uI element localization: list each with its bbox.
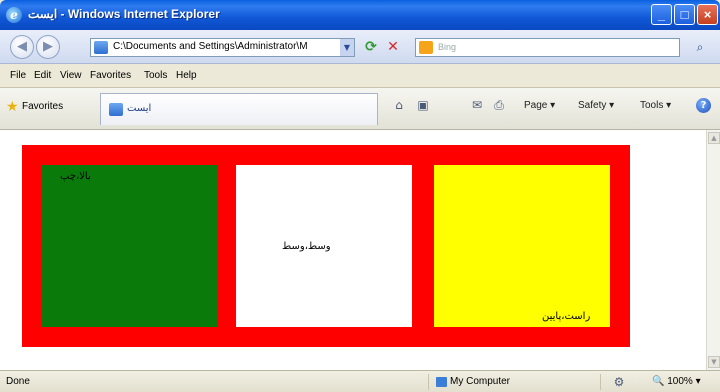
home-icon[interactable]: ⌂ [392, 98, 406, 112]
back-button[interactable]: ◀ [10, 35, 34, 59]
forward-button[interactable]: ▶ [36, 35, 60, 59]
maximize-button[interactable]: □ [674, 4, 695, 25]
scroll-up-icon[interactable]: ▲ [708, 132, 720, 144]
tab-page-icon [109, 103, 123, 116]
zoom-value: 100% [667, 376, 693, 387]
close-button[interactable]: × [697, 4, 718, 25]
status-bar: Done My Computer ⚙ 🔍 100% ▾ [0, 370, 720, 392]
print-icon[interactable]: ⎙ [492, 98, 506, 112]
refresh-icon[interactable]: ⟳ [362, 38, 380, 56]
address-toolbar: ◀ ▶ C:\Documents and Settings\Administra… [0, 30, 720, 64]
window-title: ایست - Windows Internet Explorer [28, 7, 220, 21]
page-content: بالا،چپ وسط،وسط راست،پایین [0, 130, 706, 370]
protected-mode-icon[interactable]: ⚙ [612, 375, 626, 389]
search-placeholder: Bing [438, 42, 457, 52]
yellow-panel: راست،پایین [434, 165, 610, 327]
security-zone-label: My Computer [450, 376, 511, 387]
browser-window: e ایست - Windows Internet Explorer _ □ ×… [0, 0, 720, 392]
read-mail-icon[interactable]: ✉ [470, 98, 484, 112]
tab-active[interactable]: ایست [100, 93, 378, 125]
zoom-level[interactable]: 🔍 100% ▾ [652, 376, 701, 387]
stop-icon[interactable]: ✕ [384, 38, 402, 56]
address-bar[interactable]: C:\Documents and Settings\Administrator\… [90, 38, 355, 57]
feeds-icon[interactable]: ▣ [416, 98, 430, 112]
security-zone[interactable]: My Computer [436, 376, 510, 387]
tab-label: ایست [127, 103, 152, 114]
menu-file[interactable]: File [10, 70, 26, 81]
status-text: Done [6, 376, 30, 387]
menu-tools[interactable]: Tools [144, 70, 167, 81]
vertical-scrollbar[interactable]: ▲ ▼ [706, 130, 720, 370]
green-panel-text: بالا،چپ [60, 171, 91, 182]
white-panel-text: وسط،وسط [282, 241, 331, 252]
safety-menu-button[interactable]: Safety ▾ [578, 100, 614, 111]
favorites-star-icon[interactable]: ★ [6, 100, 19, 114]
address-dropdown-icon[interactable]: ▼ [340, 39, 354, 56]
address-url[interactable]: C:\Documents and Settings\Administrator\… [113, 41, 308, 52]
ie-logo-icon: e [6, 7, 22, 23]
computer-icon [436, 377, 447, 387]
search-input[interactable]: Bing [415, 38, 680, 57]
zoom-dropdown-icon[interactable]: ▾ [696, 376, 701, 387]
title-bar[interactable]: e ایست - Windows Internet Explorer _ □ × [0, 0, 720, 30]
green-panel: بالا،چپ [42, 165, 218, 327]
red-container: بالا،چپ وسط،وسط راست،پایین [22, 145, 630, 347]
help-icon[interactable]: ? [696, 98, 711, 113]
status-divider [428, 374, 429, 390]
zoom-icon: 🔍 [652, 376, 665, 387]
favorites-button[interactable]: Favorites [22, 101, 63, 112]
page-menu-button[interactable]: Page ▾ [524, 100, 555, 111]
menu-favorites[interactable]: Favorites [90, 70, 131, 81]
menu-edit[interactable]: Edit [34, 70, 51, 81]
white-panel: وسط،وسط [236, 165, 412, 327]
search-provider-icon [419, 41, 433, 54]
menu-help[interactable]: Help [176, 70, 197, 81]
favorites-bar: ★ Favorites ایست ⌂ ▣ ✉ ⎙ Page ▾ Safety ▾… [0, 88, 720, 130]
status-divider [600, 374, 601, 390]
search-icon[interactable]: ⌕ [692, 39, 708, 55]
page-icon [94, 41, 108, 54]
menu-bar: File Edit View Favorites Tools Help [0, 64, 720, 88]
minimize-button[interactable]: _ [651, 4, 672, 25]
menu-view[interactable]: View [60, 70, 82, 81]
tools-menu-button[interactable]: Tools ▾ [640, 100, 671, 111]
scroll-down-icon[interactable]: ▼ [708, 356, 720, 368]
yellow-panel-text: راست،پایین [542, 311, 591, 322]
